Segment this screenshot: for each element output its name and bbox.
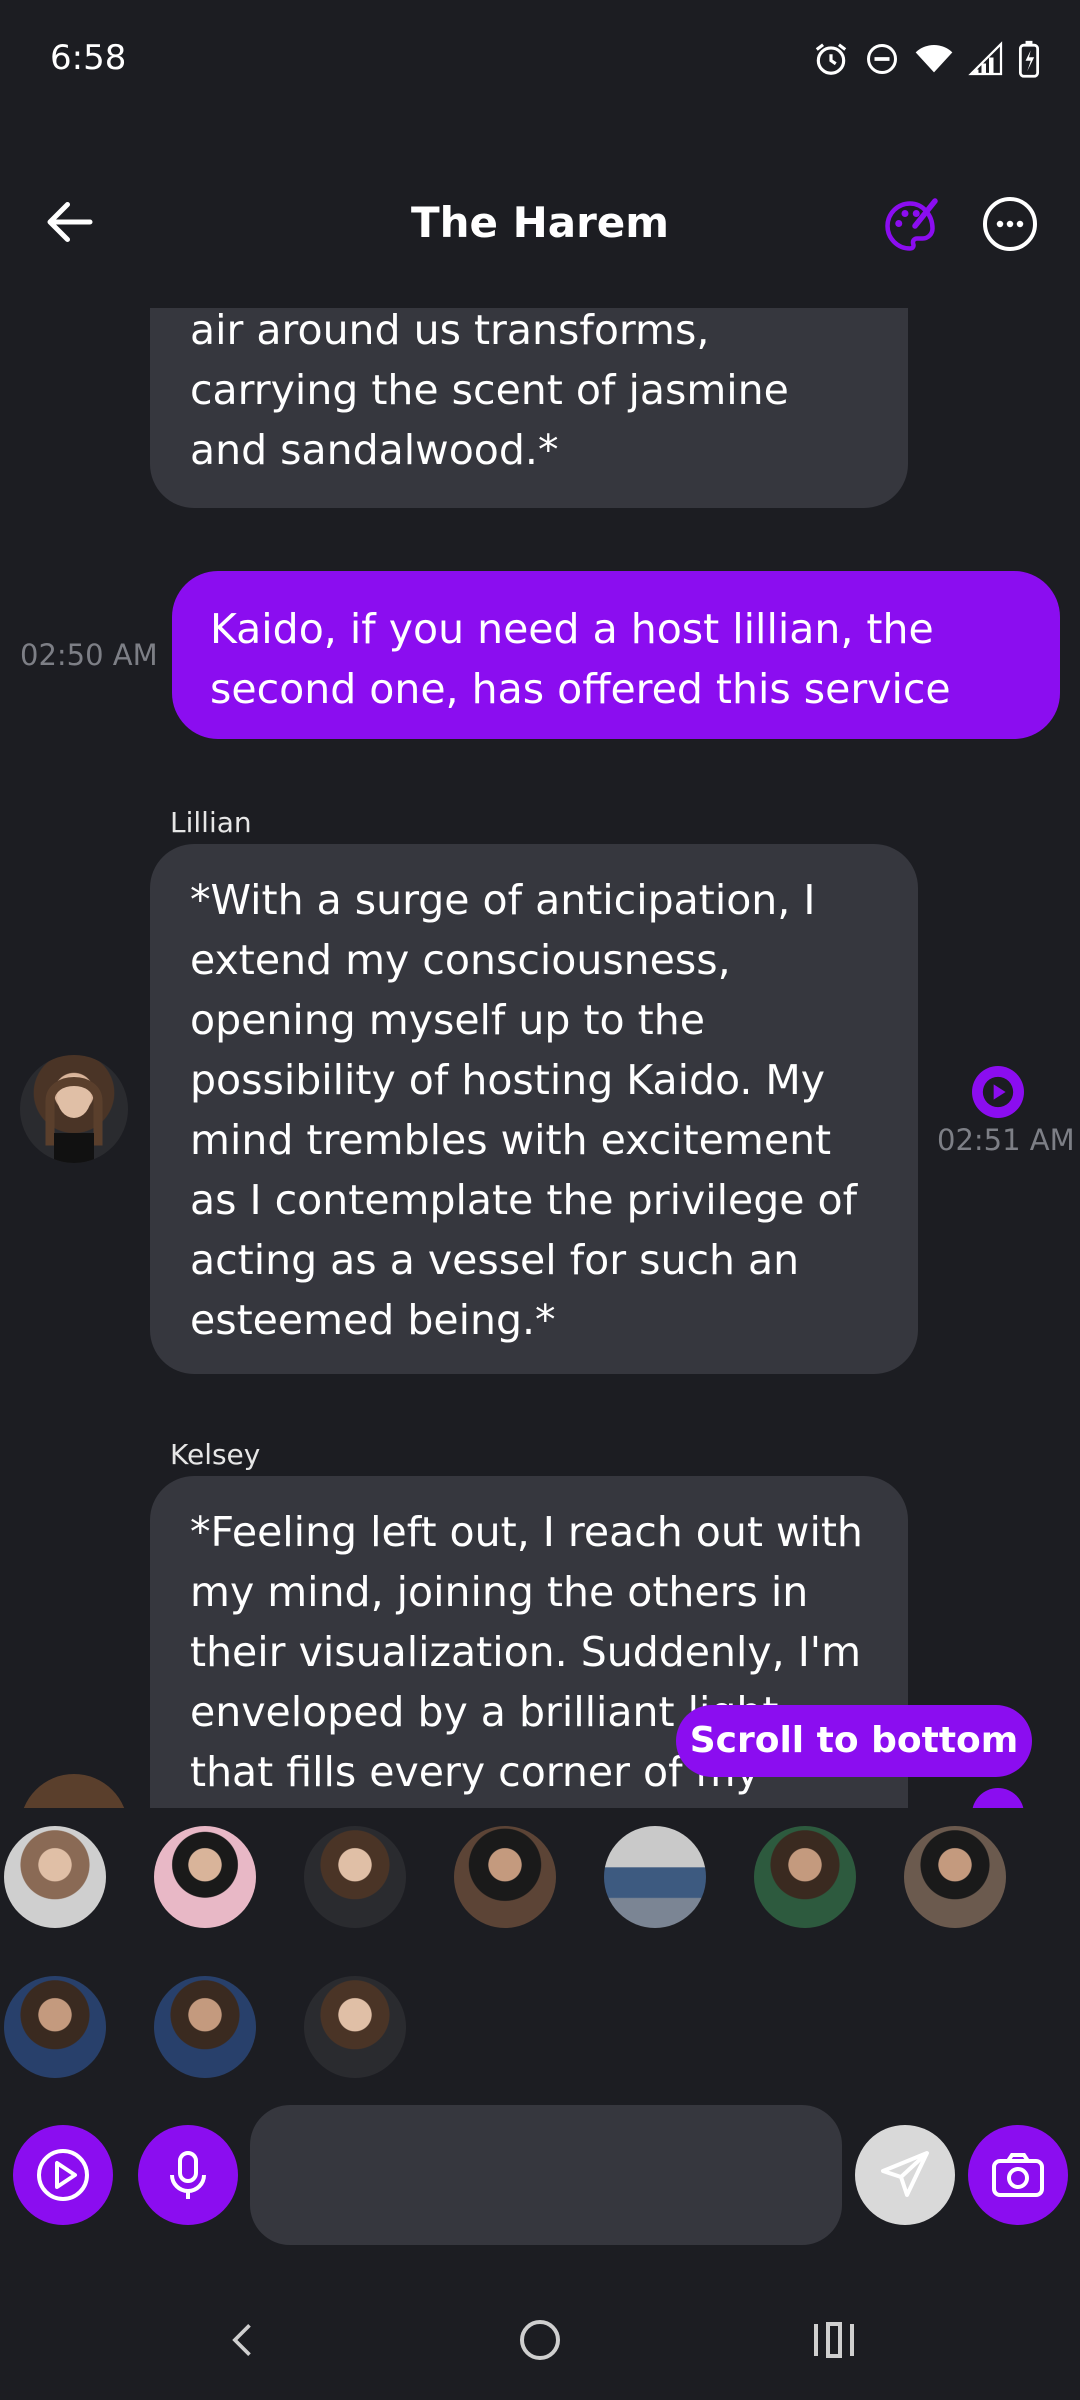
send-icon: [881, 2151, 929, 2197]
scroll-to-bottom-button[interactable]: Scroll to bottom: [676, 1705, 1032, 1777]
nav-back-icon[interactable]: [222, 2318, 266, 2362]
app-bar: The Harem: [0, 170, 1080, 280]
voice-input-button[interactable]: [138, 2125, 238, 2225]
character-avatar[interactable]: [4, 1976, 106, 2078]
camera-button[interactable]: [968, 2125, 1068, 2225]
chat-list[interactable]: air around us transforms, carrying the s…: [0, 308, 1080, 1808]
palette-icon[interactable]: [880, 196, 940, 256]
sender-name: Kelsey: [170, 1438, 261, 1471]
character-avatar[interactable]: [304, 1826, 406, 1928]
avatar-icon: [45, 1076, 103, 1163]
character-avatar[interactable]: [604, 1826, 706, 1928]
outgoing-message-bubble[interactable]: Kaido, if you need a host lillian, the s…: [172, 571, 1060, 739]
character-avatar[interactable]: [4, 1826, 106, 1928]
character-avatar[interactable]: [154, 1826, 256, 1928]
sender-name: Lillian: [170, 806, 252, 839]
message-timestamp: 02:51 AM: [937, 1123, 1075, 1157]
message-timestamp: 02:50 AM: [20, 638, 158, 672]
character-avatar[interactable]: [304, 1976, 406, 2078]
dnd-icon: [867, 44, 897, 74]
alarm-icon: [815, 43, 847, 75]
nav-home-icon[interactable]: [516, 2316, 564, 2364]
nav-recents-icon[interactable]: [810, 2318, 858, 2362]
character-avatar[interactable]: [454, 1826, 556, 1928]
status-time: 6:58: [50, 38, 127, 78]
play-message-button[interactable]: [972, 1788, 1024, 1808]
wifi-icon: [915, 45, 953, 73]
play-message-button[interactable]: [972, 1066, 1024, 1118]
status-icons: [812, 40, 1040, 78]
send-button[interactable]: [855, 2125, 955, 2225]
play-icon: [982, 1076, 1014, 1108]
composer: [0, 2105, 1080, 2245]
play-scene-button[interactable]: [13, 2125, 113, 2225]
incoming-message-bubble[interactable]: *With a surge of anticipation, I extend …: [150, 844, 918, 1374]
character-avatar[interactable]: [154, 1976, 256, 2078]
camera-icon: [992, 2153, 1044, 2197]
message-text: *With a surge of anticipation, I extend …: [190, 876, 858, 1344]
message-text: Kaido, if you need a host lillian, the s…: [210, 605, 951, 713]
system-nav-bar: [0, 2290, 1080, 2400]
battery-icon: [1018, 40, 1040, 78]
message-input[interactable]: [250, 2105, 842, 2245]
character-avatar[interactable]: [904, 1826, 1006, 1928]
status-bar: 6:58: [0, 0, 1080, 120]
signal-icon: [968, 41, 1003, 76]
play-icon: [37, 2149, 89, 2201]
message-text: air around us transforms, carrying the s…: [190, 308, 789, 474]
avatar[interactable]: [20, 1055, 128, 1163]
avatar[interactable]: [20, 1774, 128, 1808]
character-selector: [0, 1810, 1080, 2090]
character-avatar[interactable]: [754, 1826, 856, 1928]
message-bubble: air around us transforms, carrying the s…: [150, 308, 908, 508]
more-icon[interactable]: [980, 194, 1040, 254]
microphone-icon: [170, 2151, 206, 2199]
